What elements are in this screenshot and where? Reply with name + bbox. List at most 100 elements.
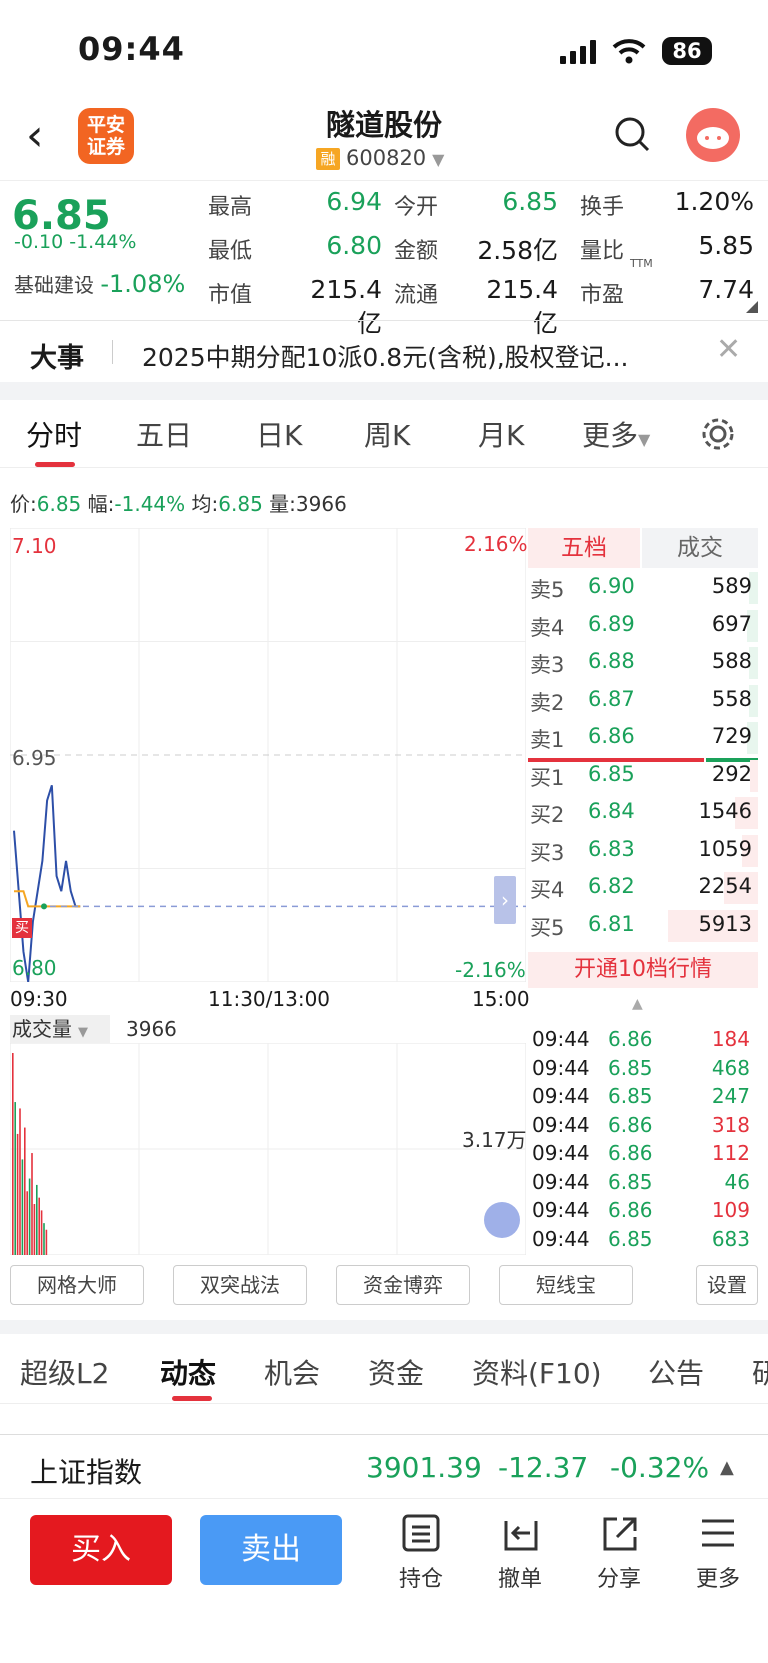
time-mid: 11:30/13:00 [208,987,331,1011]
volume-bar [19,1108,21,1255]
undo-icon [504,1521,538,1551]
time-start: 09:30 [10,987,68,1011]
sector-pct: -1.08% [100,270,186,298]
sell-button[interactable]: 卖出 [200,1515,342,1585]
ask-row[interactable]: 卖2 6.87 558 [528,683,758,719]
tick-volume: 46 [724,1169,750,1194]
close-icon[interactable]: ✕ [716,332,741,367]
volume-bar [33,1204,36,1255]
signal-icon [560,40,596,64]
quote-label: 换手 [580,195,625,220]
battery-icon: 86 [662,37,712,65]
sector[interactable]: 基础建设 -1.08% [14,269,185,298]
volume-bar [40,1210,43,1255]
level-price: 6.82 [588,874,635,898]
quote-value: 1.20% [674,187,754,216]
level-label: 卖4 [530,615,565,640]
tab-trades[interactable]: 成交 [642,528,758,568]
index-ticker[interactable]: 上证指数 3901.39 -12.37 -0.32% ▲ [0,1434,768,1498]
tab-dynamics[interactable]: 动态 [160,1352,216,1392]
tick-time: 09:44 [532,1226,590,1251]
tab-more[interactable]: 更多▼ [582,414,650,454]
tick-volume: 318 [711,1112,750,1137]
tab-monthly-k[interactable]: 月K [478,414,524,454]
tick-time: 09:44 [532,1084,590,1108]
bid-row[interactable]: 买3 6.83 1059 [528,833,758,869]
fullscreen-icon[interactable] [484,1202,520,1238]
tick-time: 09:44 [532,1112,590,1137]
volume-indicator-selector[interactable]: 成交量 ▼ [10,1015,110,1043]
open-10-level-button[interactable]: 开通10档行情 [528,952,758,988]
level-label: 卖3 [530,653,565,677]
volume-bar [12,1053,14,1255]
price-line [13,784,81,982]
intraday-chart[interactable] [10,528,526,982]
buy-button[interactable]: 买入 [30,1515,172,1585]
tool-settings[interactable]: 设置 [696,1265,758,1305]
share-button[interactable]: 分享 [584,1513,654,1593]
level-price: 6.90 [588,574,635,598]
tool-grid-master[interactable]: 网格大师 [10,1265,144,1305]
level-price: 6.81 [588,911,635,936]
tab-weekly-k[interactable]: 周K [364,414,410,454]
tick-row: 09:44 6.86 318 [528,1111,758,1139]
quote-label: 市值 [208,283,253,308]
news-banner[interactable]: 大事 2025中期分配10派0.8元(含税),股权登记... ✕ [0,320,768,382]
ask-row[interactable]: 卖1 6.86 729 [528,720,758,756]
tool-fund-game[interactable]: 资金博弈 [336,1265,470,1305]
cancel-order-button[interactable]: 撤单 [485,1513,555,1593]
tab-five-day[interactable]: 五日 [136,414,192,454]
quote-value: 6.85 [502,187,558,216]
bid-row[interactable]: 买2 6.84 1546 [528,795,758,831]
caret-up-icon[interactable]: ▲ [720,1457,734,1478]
stock-code-selector[interactable]: 融 600820 ▼ [316,146,444,170]
chat-bubble-icon [697,127,729,149]
tick-time: 09:44 [532,1169,590,1194]
tab-intraday[interactable]: 分时 [26,414,82,454]
caret-up-icon[interactable]: ▲ [632,996,643,1012]
positions-button[interactable]: 持仓 [386,1513,456,1593]
tool-short-term[interactable]: 短线宝 [499,1265,633,1305]
buy-marker[interactable]: 买 [12,918,32,938]
corner-expand-icon[interactable] [746,301,758,313]
period-tabs: 分时 五日 日K 周K 月K 更多▼ [0,400,768,468]
bid-row[interactable]: 买4 6.82 2254 [528,870,758,906]
assistant-avatar[interactable] [686,108,740,162]
tool-double-break[interactable]: 双突战法 [173,1265,307,1305]
clock: 09:44 [78,30,185,68]
bid-row[interactable]: 买5 6.81 5913 [528,908,758,944]
tab-f10[interactable]: 资料(F10) [472,1352,602,1392]
positions-label: 持仓 [398,1567,443,1592]
status-bar: 09:44 86 [0,0,768,96]
ask-row[interactable]: 卖3 6.88 588 [528,645,758,681]
chevron-right-icon[interactable]: › [494,876,516,924]
ask-row[interactable]: 卖5 6.90 589 [528,570,758,606]
section-gap [0,1320,768,1334]
search-icon[interactable] [614,116,650,152]
tab-funds[interactable]: 资金 [368,1352,424,1392]
change-value: -1.44% [114,492,186,516]
tick-volume: 468 [711,1055,750,1080]
tick-row: 09:44 6.86 184 [528,1025,758,1053]
volume-chart[interactable] [10,1043,526,1255]
current-price-dot [41,903,47,910]
more-button[interactable]: 更多 [683,1513,753,1593]
tick-volume: 247 [711,1084,750,1108]
tab-daily-k[interactable]: 日K [256,414,302,454]
tab-research[interactable]: 研 [752,1352,768,1392]
settings-gear-icon[interactable] [700,416,736,452]
tab-five-levels[interactable]: 五档 [528,528,640,568]
tick-row: 09:44 6.86 109 [528,1196,758,1224]
tab-level2[interactable]: 超级L2 [20,1352,109,1392]
level-price: 6.85 [588,761,635,786]
bid-row[interactable]: 买1 6.85 292 [528,758,758,794]
tab-opportunity[interactable]: 机会 [264,1352,320,1392]
volume-bar [24,1127,26,1255]
level-price: 6.84 [588,799,635,823]
ask-row[interactable]: 卖4 6.89 697 [528,608,758,644]
tab-announcements[interactable]: 公告 [648,1352,704,1392]
quote-label: 市盈 [580,283,625,308]
index-value: 3901.39 [366,1451,482,1484]
quote-label: 最低 [208,239,253,264]
pct-axis-bottom: -2.16% [455,958,526,982]
